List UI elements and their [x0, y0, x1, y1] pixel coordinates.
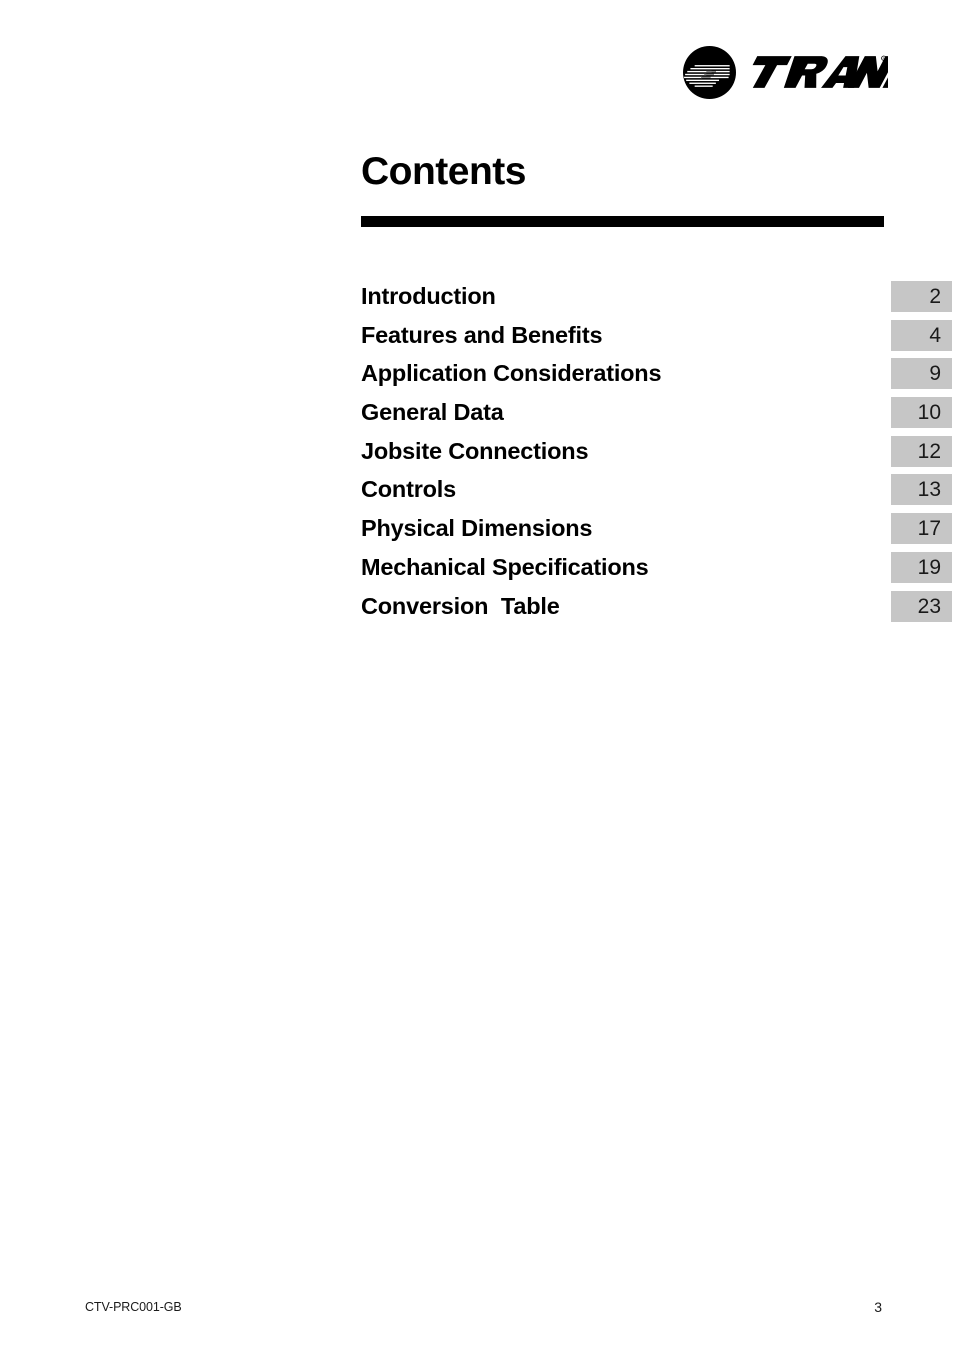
toc-entry-label: Mechanical Specifications: [361, 553, 649, 580]
toc-entry[interactable]: Conversion Table 23: [361, 590, 952, 630]
footer-document-code: CTV-PRC001-GB: [85, 1300, 182, 1314]
footer-page-number: 3: [874, 1299, 882, 1315]
toc-entry-page-number: 10: [891, 397, 952, 429]
toc-entry-label: Conversion Table: [361, 592, 560, 619]
toc-entry-label: Controls: [361, 476, 457, 503]
toc-entry-label: General Data: [361, 399, 504, 426]
toc-entry[interactable]: General Data 10: [361, 397, 952, 436]
toc-entry[interactable]: Features and Benefits 4: [361, 319, 952, 359]
toc-entry-page-number: 17: [891, 513, 952, 545]
toc-entry-page-number: 13: [891, 474, 952, 506]
brand-header: R: [683, 44, 888, 100]
toc-entry-label: Features and Benefits: [361, 321, 603, 348]
toc-entry[interactable]: Physical Dimensions 17: [361, 513, 952, 552]
trane-wordmark: R: [750, 46, 888, 99]
toc-entry-page-number: 9: [891, 358, 952, 390]
toc-entry[interactable]: Introduction 2: [361, 281, 952, 320]
page-title: Contents: [361, 150, 527, 193]
title-rule: [361, 216, 884, 227]
toc-entry[interactable]: Controls 13: [361, 474, 952, 513]
toc-entry-label: Physical Dimensions: [361, 515, 593, 542]
toc-entry-label: Introduction: [361, 283, 496, 309]
toc-entry-page-number: 4: [891, 319, 952, 351]
table-of-contents: Introduction 2 Features and Benefits 4 A…: [361, 281, 952, 629]
toc-entry[interactable]: Application Considerations 9: [361, 358, 952, 397]
toc-entry-label: Jobsite Connections: [361, 437, 589, 464]
trane-circle-logo-icon: [683, 45, 737, 99]
toc-entry-page-number: 12: [891, 435, 952, 467]
toc-entry-page-number: 23: [891, 590, 952, 622]
toc-entry[interactable]: Mechanical Specifications 19: [361, 551, 952, 591]
toc-entry-label: Application Considerations: [361, 360, 662, 387]
toc-entry-page-number: 19: [891, 551, 952, 583]
toc-entry-page-number: 2: [891, 281, 952, 312]
document-page: R Contents Introduction 2 Features and B…: [0, 0, 954, 1351]
toc-entry[interactable]: Jobsite Connections 12: [361, 435, 952, 475]
